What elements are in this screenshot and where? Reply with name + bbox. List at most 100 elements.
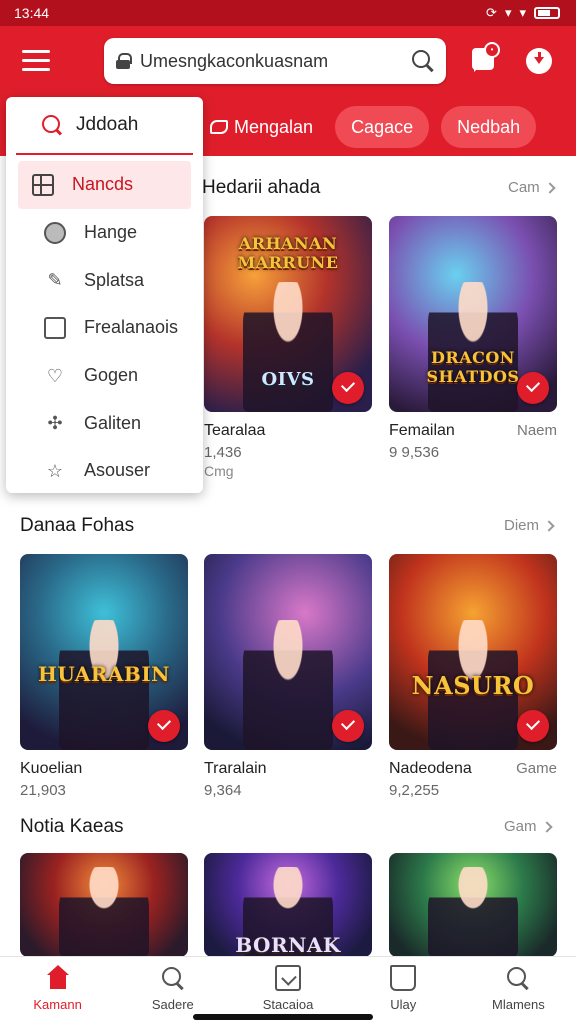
status-bar: 13:44 ⟳ ▾ ▾ bbox=[0, 0, 576, 26]
game-thumbnail[interactable] bbox=[389, 853, 557, 957]
search-icon[interactable] bbox=[412, 50, 434, 72]
search-icon bbox=[160, 965, 186, 991]
menu-icon[interactable] bbox=[22, 50, 50, 72]
filter-chips: Mengalan Cagace Nedbah bbox=[200, 106, 537, 148]
chevron-right-icon bbox=[543, 519, 555, 532]
url-search-bar[interactable]: Umesngkaconkuasnam bbox=[104, 38, 446, 84]
character-art bbox=[59, 867, 149, 957]
art-title: ARHANAN MARRUNE bbox=[237, 234, 339, 272]
check-icon[interactable] bbox=[517, 372, 549, 404]
more-label: Cam bbox=[508, 179, 540, 196]
check-icon[interactable] bbox=[517, 710, 549, 742]
search-icon bbox=[505, 965, 531, 991]
nav-item-more[interactable]: Mlamens bbox=[461, 957, 576, 1024]
dropdown-item-splatsa[interactable]: ✎ Splatsa bbox=[18, 256, 191, 304]
card-title: Tearalaa bbox=[204, 422, 266, 439]
nav-label: Stacaioa bbox=[262, 997, 314, 1012]
card-title: Kuoelian bbox=[20, 760, 83, 777]
section-title-1: Hedarii ahada bbox=[202, 177, 321, 198]
character-art bbox=[428, 867, 518, 957]
grid-icon bbox=[32, 173, 54, 196]
character-art bbox=[428, 282, 518, 412]
card-title: Traralain bbox=[204, 760, 267, 777]
dropdown-item-hange[interactable]: Hange bbox=[18, 209, 191, 257]
search-input[interactable]: Umesngkaconkuasnam bbox=[140, 51, 412, 72]
star-icon: ☆ bbox=[46, 460, 64, 481]
battery-icon bbox=[534, 7, 560, 19]
art-title: NASURO bbox=[411, 671, 535, 700]
check-icon[interactable] bbox=[148, 710, 180, 742]
dropdown-item-label: Frealanaois bbox=[84, 317, 179, 338]
game-icon bbox=[210, 120, 228, 134]
nav-label: Ulay bbox=[390, 997, 417, 1012]
game-thumbnail[interactable]: HUARABIN bbox=[20, 554, 188, 750]
game-thumbnail[interactable] bbox=[204, 554, 372, 750]
dropdown-item-galiten[interactable]: ✣ Galiten bbox=[18, 399, 191, 447]
dropdown-item-label: Nancds bbox=[72, 174, 134, 195]
puzzle-icon: ✣ bbox=[47, 413, 63, 434]
game-card[interactable] bbox=[20, 853, 188, 957]
chip-nedbah[interactable]: Nedbah bbox=[441, 106, 537, 148]
game-thumbnail[interactable]: ARHANAN MARRUNE OIVS bbox=[204, 216, 372, 412]
game-card[interactable]: ARHANAN MARRUNE OIVS Tearalaa 1,436 Cmg bbox=[204, 216, 372, 479]
heart-icon: ♡ bbox=[46, 365, 64, 386]
nav-label: Sadere bbox=[151, 997, 194, 1012]
card-count: 9,2,255 bbox=[389, 782, 440, 799]
section-title-3: Notia Kaeas bbox=[20, 816, 124, 837]
search-icon bbox=[42, 115, 62, 135]
more-label: Diem bbox=[504, 517, 540, 534]
game-card[interactable]: DRACON SHATDOS Femailan 9 9,536 Naem bbox=[389, 216, 557, 461]
game-thumbnail[interactable]: DRACON SHATDOS bbox=[389, 216, 557, 412]
gesture-home-bar[interactable] bbox=[193, 1014, 373, 1020]
dropdown-item-label: Gogen bbox=[84, 365, 139, 386]
art-title: HUARABIN bbox=[38, 662, 170, 686]
character-art bbox=[243, 620, 333, 750]
dropdown-item-asouser[interactable]: ☆ Asouser bbox=[18, 447, 191, 495]
section-title-2: Danaa Fohas bbox=[20, 515, 135, 536]
category-dropdown: Jddoah Nancds Hange ✎ Splatsa Frealanaoi… bbox=[6, 97, 203, 493]
card-count: 21,903 bbox=[20, 782, 66, 799]
status-icons: ⟳ ▾ ▾ bbox=[486, 5, 560, 21]
edit-box-icon bbox=[275, 965, 301, 991]
download-icon[interactable] bbox=[526, 48, 552, 74]
section-more-3[interactable]: Gam bbox=[504, 818, 553, 835]
chip-cagace[interactable]: Cagace bbox=[335, 106, 430, 148]
game-card[interactable]: HUARABIN Kuoelian 21,903 bbox=[20, 554, 188, 799]
card-tag: Naem bbox=[516, 422, 557, 439]
more-label: Gam bbox=[504, 818, 537, 835]
game-card[interactable]: NASURO Nadeodena 9,2,255 Game bbox=[389, 554, 557, 799]
card-count: 9,364 bbox=[204, 782, 242, 799]
nav-label: Mlamens bbox=[492, 997, 545, 1012]
card-count: 9 9,536 bbox=[389, 444, 440, 461]
game-card[interactable]: Traralain 9,364 bbox=[204, 554, 372, 799]
dropdown-item-gogen[interactable]: ♡ Gogen bbox=[18, 352, 191, 400]
section-more-1[interactable]: Cam bbox=[508, 179, 556, 196]
check-icon[interactable] bbox=[332, 710, 364, 742]
character-art bbox=[243, 282, 333, 412]
game-thumbnail[interactable]: NASURO bbox=[389, 554, 557, 750]
dropdown-search[interactable]: Jddoah bbox=[16, 97, 193, 155]
signal-icon: ▾ bbox=[519, 5, 526, 20]
image-icon bbox=[44, 316, 66, 339]
card-tag: Game bbox=[516, 760, 557, 777]
notification-badge: • bbox=[484, 42, 500, 58]
circle-icon bbox=[44, 221, 66, 244]
dropdown-item-frealanaois[interactable]: Frealanaois bbox=[18, 304, 191, 352]
dropdown-item-label: Asouser bbox=[84, 460, 151, 481]
status-time: 13:44 bbox=[14, 5, 50, 21]
lock-icon bbox=[116, 53, 132, 69]
game-thumbnail[interactable] bbox=[20, 853, 188, 957]
check-icon[interactable] bbox=[332, 372, 364, 404]
sync-icon: ⟳ bbox=[486, 5, 497, 20]
nav-label: Kamann bbox=[33, 997, 82, 1012]
nav-item-home[interactable]: Kamann bbox=[0, 957, 115, 1024]
game-thumbnail[interactable]: BORNAK bbox=[204, 853, 372, 957]
home-icon bbox=[45, 965, 71, 991]
game-card[interactable]: BORNAK bbox=[204, 853, 372, 957]
wifi-icon: ▾ bbox=[504, 5, 512, 20]
section-more-2[interactable]: Diem bbox=[504, 517, 555, 534]
dropdown-item-nancds[interactable]: Nancds bbox=[18, 161, 191, 209]
game-card[interactable] bbox=[389, 853, 557, 957]
chip-label: Mengalan bbox=[234, 116, 314, 137]
chip-mengalan[interactable]: Mengalan bbox=[200, 109, 323, 146]
